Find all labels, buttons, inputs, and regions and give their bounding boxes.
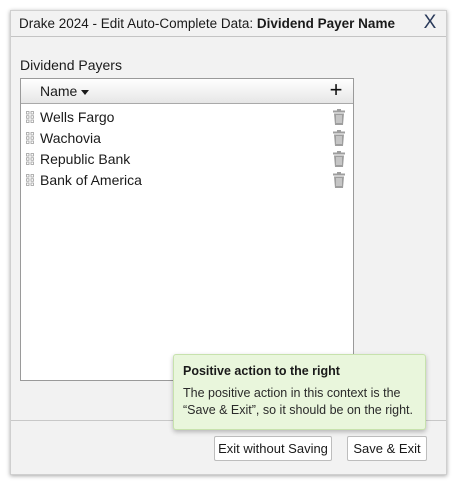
guidance-tooltip: Positive action to the right The positiv… — [173, 354, 426, 430]
list-item-label: Wells Fargo — [40, 109, 115, 125]
name-column-label: Name — [40, 83, 78, 99]
list-item[interactable]: Republic Bank — [21, 149, 353, 170]
name-column-header[interactable]: Name — [40, 83, 90, 99]
list-item-label: Wachovia — [40, 130, 101, 146]
title-bar: Drake 2024 - Edit Auto-Complete Data: Di… — [11, 11, 446, 37]
list-item-label: Bank of America — [40, 172, 142, 188]
exit-without-saving-button[interactable]: Exit without Saving — [214, 436, 332, 461]
sort-caret-icon — [81, 89, 90, 95]
drag-handle-icon[interactable] — [26, 174, 34, 186]
drag-handle-icon[interactable] — [26, 111, 34, 123]
tooltip-title: Positive action to the right — [183, 364, 340, 378]
list-item[interactable]: Wells Fargo — [21, 107, 353, 128]
trash-icon[interactable] — [333, 151, 345, 167]
list-item[interactable]: Wachovia — [21, 128, 353, 149]
save-and-exit-button[interactable]: Save & Exit — [347, 436, 427, 461]
list-item-label: Republic Bank — [40, 151, 131, 167]
title-prefix: Drake 2024 - — [19, 16, 101, 31]
trash-icon[interactable] — [333, 172, 345, 188]
close-icon[interactable]: X — [420, 12, 440, 34]
title-bold: Dividend Payer Name — [256, 16, 395, 31]
section-label: Dividend Payers — [20, 57, 122, 73]
title-light: Edit Auto-Complete Data: — [100, 16, 257, 31]
tooltip-body: The positive action in this context is t… — [183, 386, 413, 417]
trash-icon[interactable] — [333, 109, 345, 125]
trash-icon[interactable] — [333, 130, 345, 146]
dividend-payers-list[interactable]: Name + Wells Fargo Wachovia Republic Ban… — [20, 78, 354, 381]
drag-handle-icon[interactable] — [26, 153, 34, 165]
dialog-title: Drake 2024 - Edit Auto-Complete Data: Di… — [19, 16, 395, 31]
drag-handle-icon[interactable] — [26, 132, 34, 144]
add-icon[interactable]: + — [327, 79, 345, 101]
list-item[interactable]: Bank of America — [21, 170, 353, 191]
list-header: Name + — [21, 79, 353, 104]
